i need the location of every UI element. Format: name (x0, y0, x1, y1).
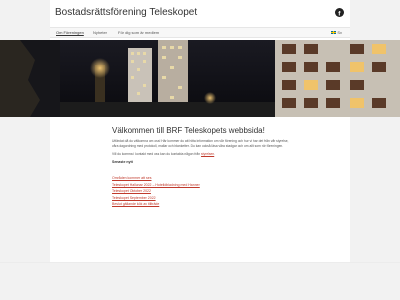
news-link[interactable]: Teleskopet Hallunar 2022 – Hotelldbladni… (112, 183, 292, 187)
contact-suffix: . (214, 152, 216, 156)
contact-text: Vill du komma i kontakt med oss kan du k… (112, 152, 292, 157)
facebook-icon[interactable]: f (335, 8, 344, 17)
recent-news-heading: Senaste nytt (112, 160, 133, 164)
nav-item-medlem[interactable]: För dig som är medlem (118, 30, 159, 35)
nav-item-nyheter[interactable]: Nyheter (93, 30, 107, 35)
styrelsen-link[interactable]: styrelsen (201, 152, 214, 156)
news-link[interactable]: Teleskopet September 2022 (112, 196, 292, 200)
language-label: Sv (337, 30, 342, 35)
svg-text:f: f (338, 10, 341, 17)
site-title[interactable]: Bostadsrättsförening Teleskopet (55, 7, 197, 18)
news-link[interactable]: Beslut gällande kök av tillträde (112, 202, 292, 206)
main-content: Välkommen till BRF Teleskopets webbsida!… (112, 126, 292, 206)
nav-item-om-foreningen[interactable]: Om Föreningen (56, 30, 84, 35)
swedish-flag-icon (331, 31, 337, 34)
news-link[interactable]: Teleskopet Oktober 2022 (112, 189, 292, 193)
contact-prefix: Vill du komma i kontakt med oss kan du k… (112, 152, 202, 156)
news-link[interactable]: Områden kommer att ses (112, 176, 292, 180)
footer (0, 263, 400, 300)
page-heading: Välkommen till BRF Teleskopets webbsida! (112, 126, 265, 135)
language-selector[interactable]: Sv (331, 30, 342, 35)
news-links: Områden kommer att ses Teleskopet Hallun… (112, 176, 292, 206)
main-nav: Om Föreningen Nyheter För dig som är med… (50, 27, 350, 38)
hero-image (0, 40, 400, 117)
intro-text: Utfärdat då du välkomna om oss! Här komm… (112, 139, 289, 148)
